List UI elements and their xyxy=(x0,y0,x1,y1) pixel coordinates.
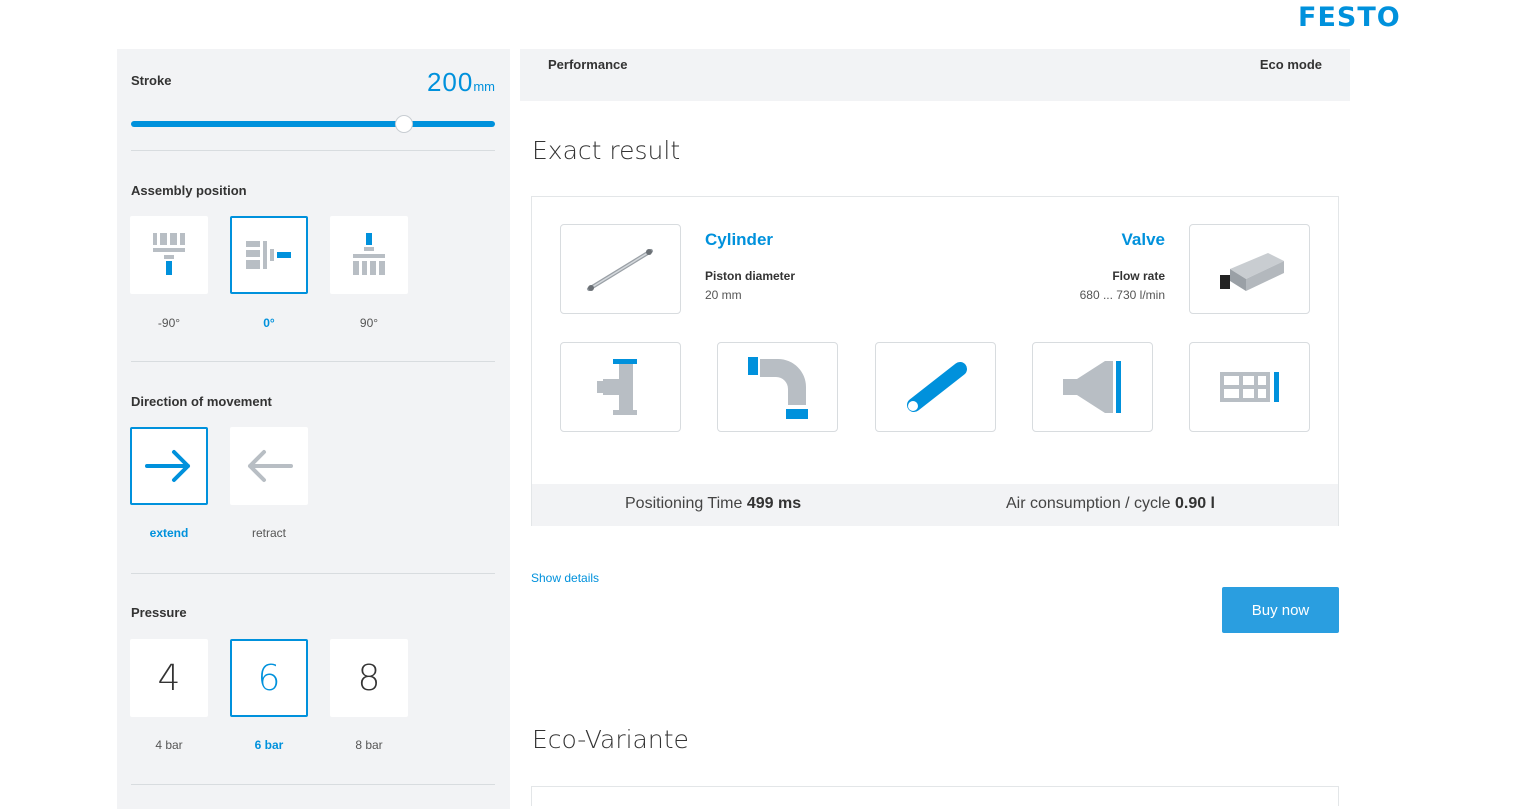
air-consumption-value: 0.90 l xyxy=(1174,495,1215,512)
pressure-value-4: 4 xyxy=(157,657,181,699)
show-details-link[interactable]: Show details xyxy=(531,571,599,585)
eco-variant-card xyxy=(531,786,1339,806)
divider xyxy=(131,150,495,151)
assembly-option-minus-90[interactable] xyxy=(130,216,208,294)
positioning-time-label: Positioning Time xyxy=(625,495,743,512)
direction-label-retract: retract xyxy=(251,526,286,540)
air-consumption-label: Air consumption / cycle xyxy=(1006,495,1171,512)
divider xyxy=(131,784,495,785)
pressure-label-8: 8 bar xyxy=(355,738,383,752)
exact-result-card: Cylinder Piston diameter 20 mm Valve Flo… xyxy=(531,196,1339,526)
cylinder-title[interactable]: Cylinder xyxy=(705,230,773,250)
positioning-time: Positioning Time 499 ms xyxy=(625,495,801,513)
stroke-title: Stroke xyxy=(131,73,172,88)
buy-now-button[interactable]: Buy now xyxy=(1222,587,1339,633)
cylinder-piston-value: 20 mm xyxy=(705,288,742,302)
pressure-value-8: 8 xyxy=(357,657,381,699)
arrow-right-icon xyxy=(145,450,190,482)
result-stats-bar: Positioning Time 499 ms Air consumption … xyxy=(532,484,1338,526)
silencer-icon xyxy=(1062,361,1121,413)
eco-variant-heading: Eco-Variante xyxy=(532,725,689,754)
valve-product-image[interactable] xyxy=(1189,224,1310,314)
cylinder-product-image[interactable] xyxy=(560,224,681,314)
direction-label-extend: extend xyxy=(149,526,189,540)
accessory-silencer[interactable] xyxy=(1032,342,1153,432)
divider xyxy=(131,573,495,574)
eco-mode-tab[interactable]: Eco mode xyxy=(1260,57,1322,72)
cylinder-piston-label: Piston diameter xyxy=(705,269,796,283)
accessory-elbow-fitting[interactable] xyxy=(717,342,838,432)
accessory-tee-fitting[interactable] xyxy=(560,342,681,432)
elbow-fitting-icon xyxy=(747,357,808,419)
divider xyxy=(131,361,495,362)
horizontal-mount-icon xyxy=(246,241,291,269)
pressure-option-8[interactable]: 8 xyxy=(330,639,408,717)
stroke-unit: mm xyxy=(473,79,495,94)
arrow-left-icon xyxy=(248,450,293,482)
positioning-time-value: 499 ms xyxy=(746,495,802,512)
pressure-option-6[interactable]: 6 xyxy=(230,639,308,717)
cylinder-icon xyxy=(586,249,653,291)
pressure-value-6: 6 xyxy=(257,657,281,699)
exact-result-heading: Exact result xyxy=(532,136,681,165)
config-panel: Stroke 200mm Assembly position -90° 0° 9… xyxy=(117,49,510,809)
assembly-title: Assembly position xyxy=(131,183,247,198)
valve-title[interactable]: Valve xyxy=(1122,230,1166,250)
festo-logo: FESTO xyxy=(1298,2,1401,33)
accessory-valve-manifold[interactable] xyxy=(1189,342,1310,432)
valve-manifold-icon xyxy=(1219,372,1279,402)
valve-flow-value: 680 ... 730 l/min xyxy=(1079,288,1165,302)
assembly-option-0[interactable] xyxy=(230,216,308,294)
vertical-mount-up-icon xyxy=(353,233,385,275)
direction-title: Direction of movement xyxy=(131,394,272,409)
stroke-slider[interactable] xyxy=(131,115,495,133)
assembly-label-minus-90: -90° xyxy=(157,316,181,330)
performance-eco-toggle-bar: Performance Eco mode xyxy=(520,49,1350,101)
assembly-label-90: 90° xyxy=(359,316,379,330)
valve-flow-label: Flow rate xyxy=(1112,269,1165,283)
pressure-label-6: 6 bar xyxy=(254,738,284,752)
stroke-value-display: 200mm xyxy=(427,67,495,98)
vertical-mount-down-icon xyxy=(153,233,185,275)
tee-fitting-icon xyxy=(596,359,637,415)
pressure-title: Pressure xyxy=(131,605,187,620)
air-consumption: Air consumption / cycle 0.90 l xyxy=(1006,495,1215,513)
assembly-label-0: 0° xyxy=(263,316,275,330)
direction-option-retract[interactable] xyxy=(230,427,308,505)
tubing-icon xyxy=(906,362,967,412)
stroke-slider-thumb[interactable] xyxy=(395,115,413,133)
direction-option-extend[interactable] xyxy=(130,427,208,505)
valve-icon xyxy=(1219,253,1284,291)
stroke-value: 200 xyxy=(426,67,474,97)
pressure-label-4: 4 bar xyxy=(155,738,183,752)
pressure-option-4[interactable]: 4 xyxy=(130,639,208,717)
assembly-option-90[interactable] xyxy=(330,216,408,294)
accessory-tubing[interactable] xyxy=(875,342,996,432)
performance-tab[interactable]: Performance xyxy=(548,57,627,72)
